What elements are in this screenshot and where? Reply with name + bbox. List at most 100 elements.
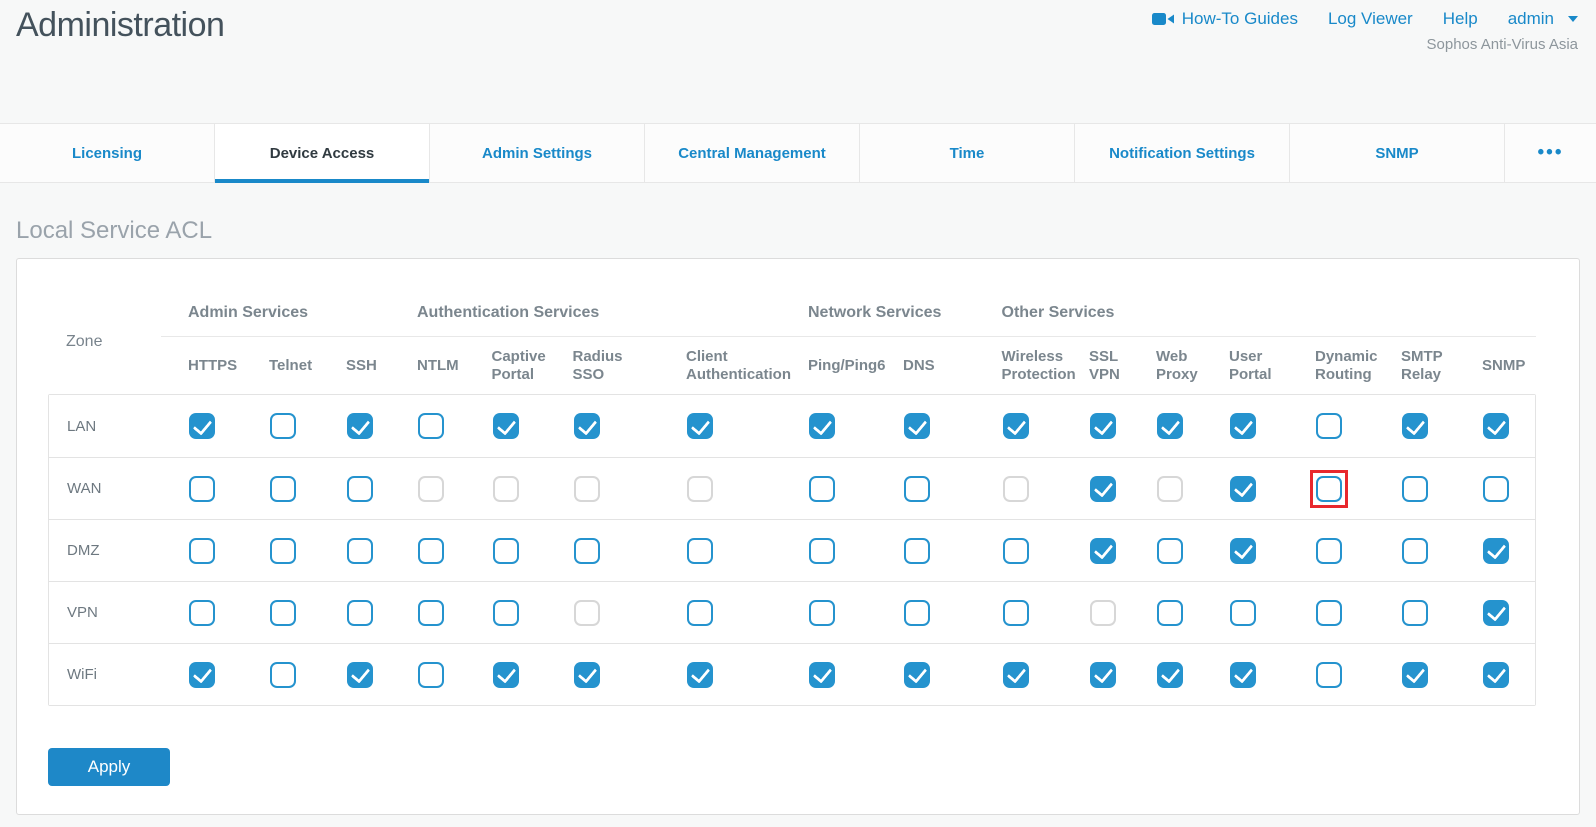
help-link[interactable]: Help — [1443, 9, 1478, 29]
acl-cell — [872, 582, 962, 643]
checkbox-lan-ntlm[interactable] — [418, 413, 444, 439]
acl-cell — [1375, 458, 1455, 519]
checkbox-wifi-ntlm[interactable] — [418, 662, 444, 688]
checkbox-wifi-dns[interactable] — [904, 662, 930, 688]
checkbox-dmz-snmp[interactable] — [1483, 538, 1509, 564]
checkbox-wan-ssl-vpn[interactable] — [1090, 476, 1116, 502]
checkbox-wan-wireless-protection — [1003, 476, 1029, 502]
tab-device-access[interactable]: Device Access — [215, 124, 430, 182]
checkbox-vpn-web-proxy[interactable] — [1157, 600, 1183, 626]
checkbox-lan-telnet[interactable] — [270, 413, 296, 439]
checkbox-vpn-user-portal[interactable] — [1230, 600, 1256, 626]
checkbox-vpn-ntlm[interactable] — [418, 600, 444, 626]
checkbox-dmz-captive-portal[interactable] — [493, 538, 519, 564]
checkbox-dmz-client-authentication[interactable] — [687, 538, 713, 564]
checkbox-vpn-ping-ping6[interactable] — [809, 600, 835, 626]
checkbox-lan-radius-sso[interactable] — [574, 413, 600, 439]
zone-column-header: Zone — [48, 289, 161, 394]
checkbox-lan-https[interactable] — [189, 413, 215, 439]
checkbox-wan-dns[interactable] — [904, 476, 930, 502]
checkbox-lan-smtp-relay[interactable] — [1402, 413, 1428, 439]
checkbox-wifi-user-portal[interactable] — [1230, 662, 1256, 688]
checkbox-lan-ssl-vpn[interactable] — [1090, 413, 1116, 439]
checkbox-vpn-smtp-relay[interactable] — [1402, 600, 1428, 626]
checkbox-vpn-captive-portal[interactable] — [493, 600, 519, 626]
checkbox-wan-snmp[interactable] — [1483, 476, 1509, 502]
log-viewer-label: Log Viewer — [1328, 9, 1413, 29]
checkbox-dmz-radius-sso[interactable] — [574, 538, 600, 564]
checkbox-wifi-ping-ping6[interactable] — [809, 662, 835, 688]
checkbox-wifi-dynamic-routing[interactable] — [1316, 662, 1342, 688]
checkbox-lan-ssh[interactable] — [347, 413, 373, 439]
checkbox-wan-https[interactable] — [189, 476, 215, 502]
service-header-web-proxy: Web Proxy — [1136, 337, 1202, 394]
checkbox-vpn-snmp[interactable] — [1483, 600, 1509, 626]
checkbox-lan-ping-ping6[interactable] — [809, 413, 835, 439]
admin-menu[interactable]: admin — [1508, 9, 1578, 29]
acl-header: Zone Admin ServicesAuthentication Servic… — [48, 289, 1536, 394]
how-to-guides-link[interactable]: How-To Guides — [1152, 9, 1298, 29]
acl-cell — [628, 644, 772, 705]
service-header-dynamic-routing: Dynamic Routing — [1282, 337, 1374, 394]
checkbox-wifi-ssh[interactable] — [347, 662, 373, 688]
checkbox-vpn-wireless-protection[interactable] — [1003, 600, 1029, 626]
tab-notification-settings[interactable]: Notification Settings — [1075, 124, 1290, 182]
checkbox-wifi-radius-sso[interactable] — [574, 662, 600, 688]
checkbox-wan-ssh[interactable] — [347, 476, 373, 502]
checkbox-dmz-dynamic-routing[interactable] — [1316, 538, 1342, 564]
checkbox-vpn-dynamic-routing[interactable] — [1316, 600, 1342, 626]
checkbox-lan-snmp[interactable] — [1483, 413, 1509, 439]
checkbox-dmz-ssl-vpn[interactable] — [1090, 538, 1116, 564]
checkbox-wifi-client-authentication[interactable] — [687, 662, 713, 688]
checkbox-wan-dynamic-routing[interactable] — [1316, 476, 1342, 502]
tab-admin-settings[interactable]: Admin Settings — [430, 124, 645, 182]
checkbox-dmz-ping-ping6[interactable] — [809, 538, 835, 564]
more-tabs-button[interactable]: ••• — [1505, 124, 1596, 182]
checkbox-vpn-dns[interactable] — [904, 600, 930, 626]
checkbox-wifi-web-proxy[interactable] — [1157, 662, 1183, 688]
acl-cell — [1137, 458, 1203, 519]
acl-cell — [1375, 520, 1455, 581]
checkbox-dmz-https[interactable] — [189, 538, 215, 564]
checkbox-lan-dynamic-routing[interactable] — [1316, 413, 1342, 439]
checkbox-lan-wireless-protection[interactable] — [1003, 413, 1029, 439]
apply-button[interactable]: Apply — [48, 748, 170, 786]
checkbox-lan-client-authentication[interactable] — [687, 413, 713, 439]
checkbox-vpn-client-authentication[interactable] — [687, 600, 713, 626]
checkbox-dmz-dns[interactable] — [904, 538, 930, 564]
checkbox-dmz-ssh[interactable] — [347, 538, 373, 564]
service-header-ntlm: NTLM — [395, 337, 465, 394]
checkbox-dmz-wireless-protection[interactable] — [1003, 538, 1029, 564]
checkbox-wan-telnet[interactable] — [270, 476, 296, 502]
checkbox-dmz-telnet[interactable] — [270, 538, 296, 564]
tab-time[interactable]: Time — [860, 124, 1075, 182]
tab-licensing[interactable]: Licensing — [0, 124, 215, 182]
checkbox-vpn-telnet[interactable] — [270, 600, 296, 626]
acl-cell — [1069, 458, 1137, 519]
checkbox-lan-dns[interactable] — [904, 413, 930, 439]
tab-central-management[interactable]: Central Management — [645, 124, 860, 182]
service-header-ssl-vpn: SSL VPN — [1068, 337, 1136, 394]
checkbox-wan-user-portal[interactable] — [1230, 476, 1256, 502]
checkbox-lan-captive-portal[interactable] — [493, 413, 519, 439]
checkbox-dmz-smtp-relay[interactable] — [1402, 538, 1428, 564]
checkbox-wan-smtp-relay[interactable] — [1402, 476, 1428, 502]
checkbox-wifi-ssl-vpn[interactable] — [1090, 662, 1116, 688]
checkbox-dmz-web-proxy[interactable] — [1157, 538, 1183, 564]
checkbox-dmz-user-portal[interactable] — [1230, 538, 1256, 564]
checkbox-wifi-wireless-protection[interactable] — [1003, 662, 1029, 688]
checkbox-wifi-telnet[interactable] — [270, 662, 296, 688]
checkbox-wifi-https[interactable] — [189, 662, 215, 688]
tab-snmp[interactable]: SNMP — [1290, 124, 1505, 182]
checkbox-lan-user-portal[interactable] — [1230, 413, 1256, 439]
log-viewer-link[interactable]: Log Viewer — [1328, 9, 1413, 29]
zone-label: WiFi — [49, 644, 162, 705]
checkbox-vpn-https[interactable] — [189, 600, 215, 626]
checkbox-lan-web-proxy[interactable] — [1157, 413, 1183, 439]
checkbox-vpn-ssh[interactable] — [347, 600, 373, 626]
checkbox-wifi-smtp-relay[interactable] — [1402, 662, 1428, 688]
checkbox-dmz-ntlm[interactable] — [418, 538, 444, 564]
checkbox-wan-ping-ping6[interactable] — [809, 476, 835, 502]
checkbox-wifi-snmp[interactable] — [1483, 662, 1509, 688]
checkbox-wifi-captive-portal[interactable] — [493, 662, 519, 688]
